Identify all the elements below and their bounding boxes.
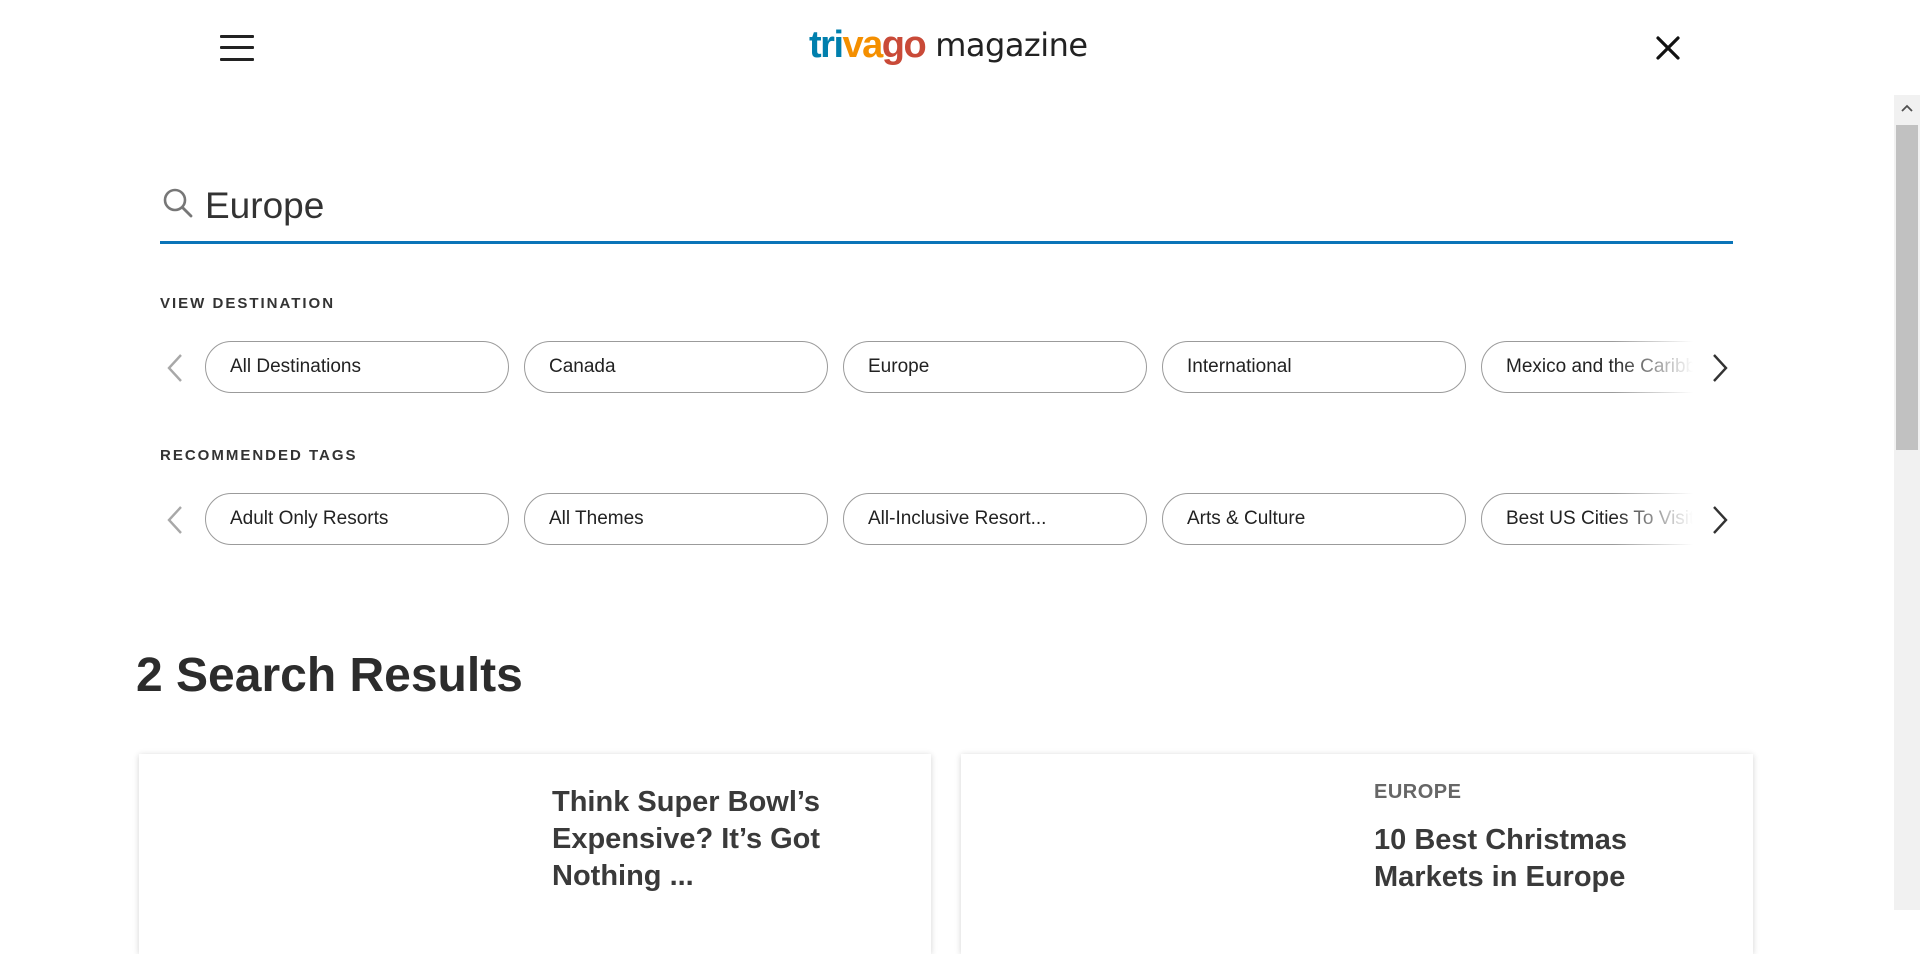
- tag-pill[interactable]: All-Inclusive Resort...: [843, 493, 1147, 545]
- destination-prev-button[interactable]: [160, 341, 190, 395]
- hamburger-icon-line: [220, 58, 254, 61]
- chevron-left-icon: [167, 354, 182, 382]
- destination-next-button[interactable]: [1705, 341, 1735, 395]
- destination-pill[interactable]: Canada: [524, 341, 828, 393]
- view-destination-label: VIEW DESTINATION: [160, 295, 336, 312]
- recommended-tags-label: RECOMMENDED TAGS: [160, 447, 358, 464]
- tag-pill[interactable]: Best US Cities To Visit: [1481, 493, 1693, 545]
- tags-next-button[interactable]: [1705, 493, 1735, 547]
- destination-pill-list: All Destinations Canada Europe Internati…: [205, 341, 1693, 395]
- destination-pill[interactable]: Mexico and the Caribbean: [1481, 341, 1693, 393]
- search-icon: [163, 188, 193, 218]
- site-logo[interactable]: trivago magazine: [809, 20, 1088, 70]
- logo-trivago: trivago: [809, 23, 927, 66]
- card-category: EUROPE: [1374, 781, 1462, 803]
- chevron-up-icon: [1901, 104, 1913, 112]
- tags-prev-button[interactable]: [160, 493, 190, 547]
- card-title[interactable]: Think Super Bowl’s Expensive? It’s Got N…: [552, 784, 911, 895]
- card-image: [139, 754, 539, 954]
- card-body: Think Super Bowl’s Expensive? It’s Got N…: [552, 754, 911, 895]
- tag-pill[interactable]: All Themes: [524, 493, 828, 545]
- scroll-up-button[interactable]: [1894, 95, 1920, 121]
- scrollbar-thumb[interactable]: [1896, 125, 1918, 450]
- chevron-right-icon: [1713, 354, 1728, 382]
- destination-pill[interactable]: Europe: [843, 341, 1147, 393]
- tag-pill[interactable]: Adult Only Resorts: [205, 493, 509, 545]
- card-body: EUROPE 10 Best Christmas Markets in Euro…: [1374, 754, 1733, 896]
- tags-carousel: Adult Only Resorts All Themes All-Inclus…: [160, 493, 1735, 547]
- close-icon: [1656, 36, 1680, 60]
- search-input[interactable]: [205, 175, 1705, 237]
- card-image: [961, 754, 1361, 954]
- hamburger-icon-line: [220, 46, 254, 49]
- destination-pill[interactable]: International: [1162, 341, 1466, 393]
- destination-carousel: All Destinations Canada Europe Internati…: [160, 341, 1735, 395]
- result-card[interactable]: EUROPE 10 Best Christmas Markets in Euro…: [961, 754, 1753, 954]
- tag-pill[interactable]: Arts & Culture: [1162, 493, 1466, 545]
- logo-magazine-text: magazine: [935, 26, 1088, 64]
- search-bar: [160, 175, 1733, 244]
- close-button[interactable]: [1650, 30, 1686, 66]
- chevron-left-icon: [167, 506, 182, 534]
- result-card[interactable]: Think Super Bowl’s Expensive? It’s Got N…: [139, 754, 931, 954]
- card-title[interactable]: 10 Best Christmas Markets in Europe: [1374, 822, 1733, 896]
- tag-pill-list: Adult Only Resorts All Themes All-Inclus…: [205, 493, 1693, 547]
- results-heading: 2 Search Results: [136, 649, 523, 702]
- hamburger-icon-line: [220, 35, 254, 38]
- destination-pill[interactable]: All Destinations: [205, 341, 509, 393]
- scrollbar[interactable]: [1894, 95, 1920, 910]
- chevron-right-icon: [1713, 506, 1728, 534]
- menu-button[interactable]: [220, 33, 254, 63]
